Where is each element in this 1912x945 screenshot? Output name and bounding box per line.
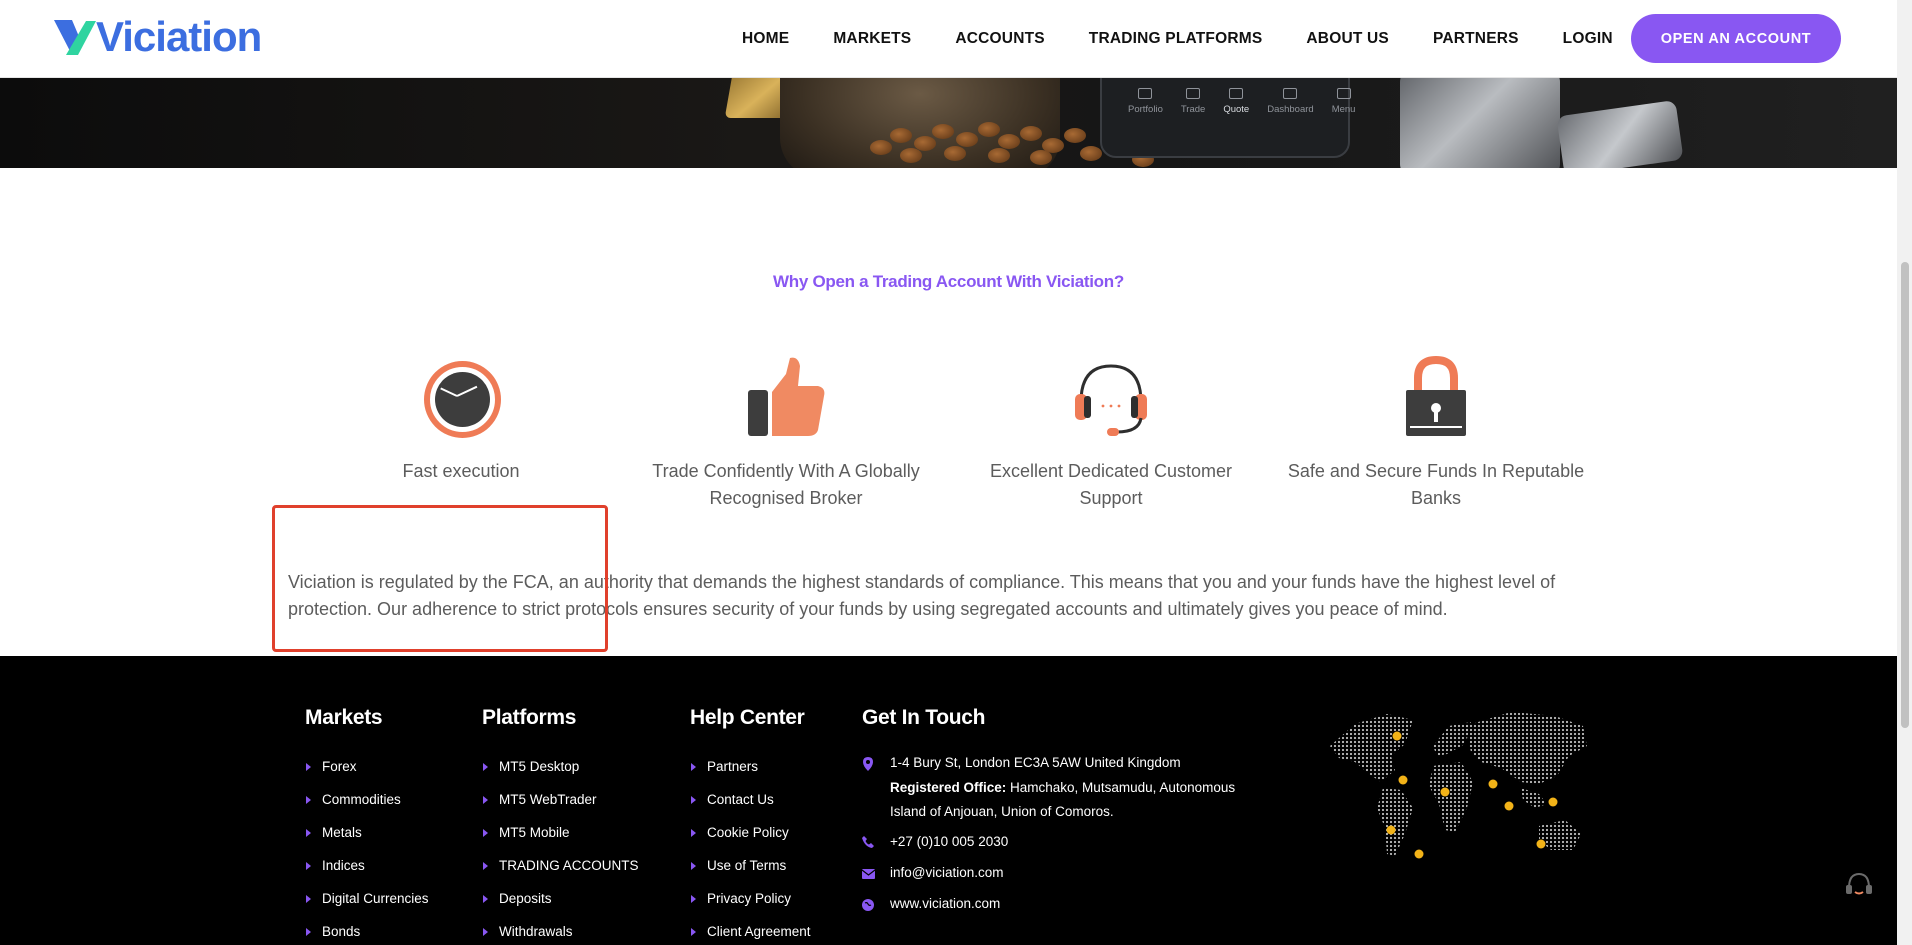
phone-tab-quote: Quote: [1223, 88, 1249, 115]
footer-link-mt5-desktop[interactable]: MT5 Desktop: [482, 750, 639, 783]
page-scrollbar[interactable]: [1897, 0, 1912, 945]
phone-tab-trade: Trade: [1181, 88, 1205, 115]
nav-partners[interactable]: PARTNERS: [1433, 30, 1519, 48]
footer-link-forex[interactable]: Forex: [305, 750, 429, 783]
globe-icon: [862, 892, 890, 917]
contact-website[interactable]: www.viciation.com: [862, 892, 1000, 917]
phone-tab-portfolio: Portfolio: [1128, 88, 1163, 115]
caret-right-icon: [306, 762, 311, 771]
footer-contact: Get In Touch 1-4 Bury St, London EC3A 5A…: [862, 706, 1282, 911]
footer-link-cookie-policy[interactable]: Cookie Policy: [690, 816, 811, 849]
nav-about-us[interactable]: ABOUT US: [1306, 30, 1389, 48]
footer-heading: Platforms: [482, 706, 577, 729]
footer-link-privacy-policy[interactable]: Privacy Policy: [690, 882, 811, 915]
footer-link-withdrawals[interactable]: Withdrawals: [482, 915, 639, 945]
logo-icon: [54, 17, 98, 57]
caret-right-icon: [306, 795, 311, 804]
contact-address: 1-4 Bury St, London EC3A 5AW United King…: [862, 751, 1235, 825]
caret-right-icon: [483, 762, 488, 771]
phone-tab-bar: Portfolio Trade Quote Dashboard Menu: [1128, 88, 1355, 115]
caret-right-icon: [306, 894, 311, 903]
nav-login[interactable]: LOGIN: [1563, 30, 1613, 48]
feature-label: Excellent Dedicated Customer Support: [989, 461, 1233, 508]
footer-link-trading-accounts[interactable]: TRADING ACCOUNTS: [482, 849, 639, 882]
footer-markets: Markets Forex Commodities Metals Indices…: [305, 706, 429, 945]
feature-label: Fast execution: [402, 461, 520, 481]
hero-banner: Portfolio Trade Quote Dashboard Menu: [0, 78, 1897, 168]
footer-link-digital-currencies[interactable]: Digital Currencies: [305, 882, 429, 915]
phone-icon: [862, 830, 890, 855]
padlock-icon: [1396, 355, 1476, 440]
nav-markets[interactable]: MARKETS: [833, 30, 911, 48]
highlight-box: [272, 505, 608, 652]
feature-secure-funds: Safe and Secure Funds In Reputable Banks: [1286, 355, 1586, 512]
nav-home[interactable]: HOME: [742, 30, 789, 48]
footer-link-bonds[interactable]: Bonds: [305, 915, 429, 945]
feature-customer-support: Excellent Dedicated Customer Support: [961, 356, 1261, 512]
footer-link-mt5-mobile[interactable]: MT5 Mobile: [482, 816, 639, 849]
feature-label: Trade Confidently With A Globally Recogn…: [652, 461, 920, 508]
headset-icon: [1071, 356, 1151, 440]
footer-link-metals[interactable]: Metals: [305, 816, 429, 849]
footer-link-commodities[interactable]: Commodities: [305, 783, 429, 816]
logo-text: Viciation: [96, 13, 262, 60]
contact-email[interactable]: info@viciation.com: [862, 861, 1004, 886]
nav-trading-platforms[interactable]: TRADING PLATFORMS: [1089, 30, 1263, 48]
footer-help-center: Help Center Partners Contact Us Cookie P…: [690, 706, 811, 945]
open-account-button[interactable]: OPEN AN ACCOUNT: [1631, 14, 1841, 63]
caret-right-icon: [483, 861, 488, 870]
envelope-icon: [862, 861, 890, 886]
chat-support-icon[interactable]: [1842, 868, 1876, 902]
section-title: Why Open a Trading Account With Viciatio…: [773, 272, 1124, 291]
contact-phone[interactable]: +27 (0)10 005 2030: [862, 830, 1008, 855]
site-header: Viciation HOME MARKETS ACCOUNTS TRADING …: [0, 0, 1897, 78]
feature-label: Safe and Secure Funds In Reputable Banks: [1287, 461, 1585, 508]
caret-right-icon: [691, 828, 696, 837]
footer-heading: Markets: [305, 706, 383, 729]
caret-right-icon: [483, 828, 488, 837]
feature-trusted-broker: Trade Confidently With A Globally Recogn…: [636, 356, 936, 512]
caret-right-icon: [483, 894, 488, 903]
world-map-icon: [1325, 704, 1595, 880]
silver-bar-image: [1400, 78, 1560, 168]
caret-right-icon: [306, 927, 311, 936]
scrollbar-thumb[interactable]: [1901, 262, 1909, 728]
caret-right-icon: [691, 795, 696, 804]
footer-platforms: Platforms MT5 Desktop MT5 WebTrader MT5 …: [482, 706, 639, 945]
nav-accounts[interactable]: ACCOUNTS: [955, 30, 1044, 48]
footer-link-client-agreement[interactable]: Client Agreement: [690, 915, 811, 945]
footer-link-use-of-terms[interactable]: Use of Terms: [690, 849, 811, 882]
footer-link-contact-us[interactable]: Contact Us: [690, 783, 811, 816]
caret-right-icon: [306, 861, 311, 870]
caret-right-icon: [691, 861, 696, 870]
caret-right-icon: [306, 828, 311, 837]
caret-right-icon: [691, 927, 696, 936]
feature-fast-execution: Fast execution: [311, 356, 611, 485]
footer-link-mt5-webtrader[interactable]: MT5 WebTrader: [482, 783, 639, 816]
footer-heading: Get In Touch: [862, 706, 986, 729]
caret-right-icon: [483, 927, 488, 936]
logo[interactable]: Viciation: [54, 13, 262, 60]
footer-link-indices[interactable]: Indices: [305, 849, 429, 882]
footer-heading: Help Center: [690, 706, 805, 729]
caret-right-icon: [483, 795, 488, 804]
main-nav: HOME MARKETS ACCOUNTS TRADING PLATFORMS …: [742, 0, 1657, 78]
caret-right-icon: [691, 894, 696, 903]
phone-tab-dashboard: Dashboard: [1267, 88, 1314, 115]
phone-tab-menu: Menu: [1332, 88, 1355, 115]
caret-right-icon: [691, 762, 696, 771]
thumbs-up-icon: [746, 356, 826, 440]
map-pin-icon: [862, 751, 890, 825]
footer-link-partners[interactable]: Partners: [690, 750, 811, 783]
stopwatch-icon: [421, 356, 501, 440]
footer-link-deposits[interactable]: Deposits: [482, 882, 639, 915]
silver-bar-image: [1556, 99, 1684, 168]
